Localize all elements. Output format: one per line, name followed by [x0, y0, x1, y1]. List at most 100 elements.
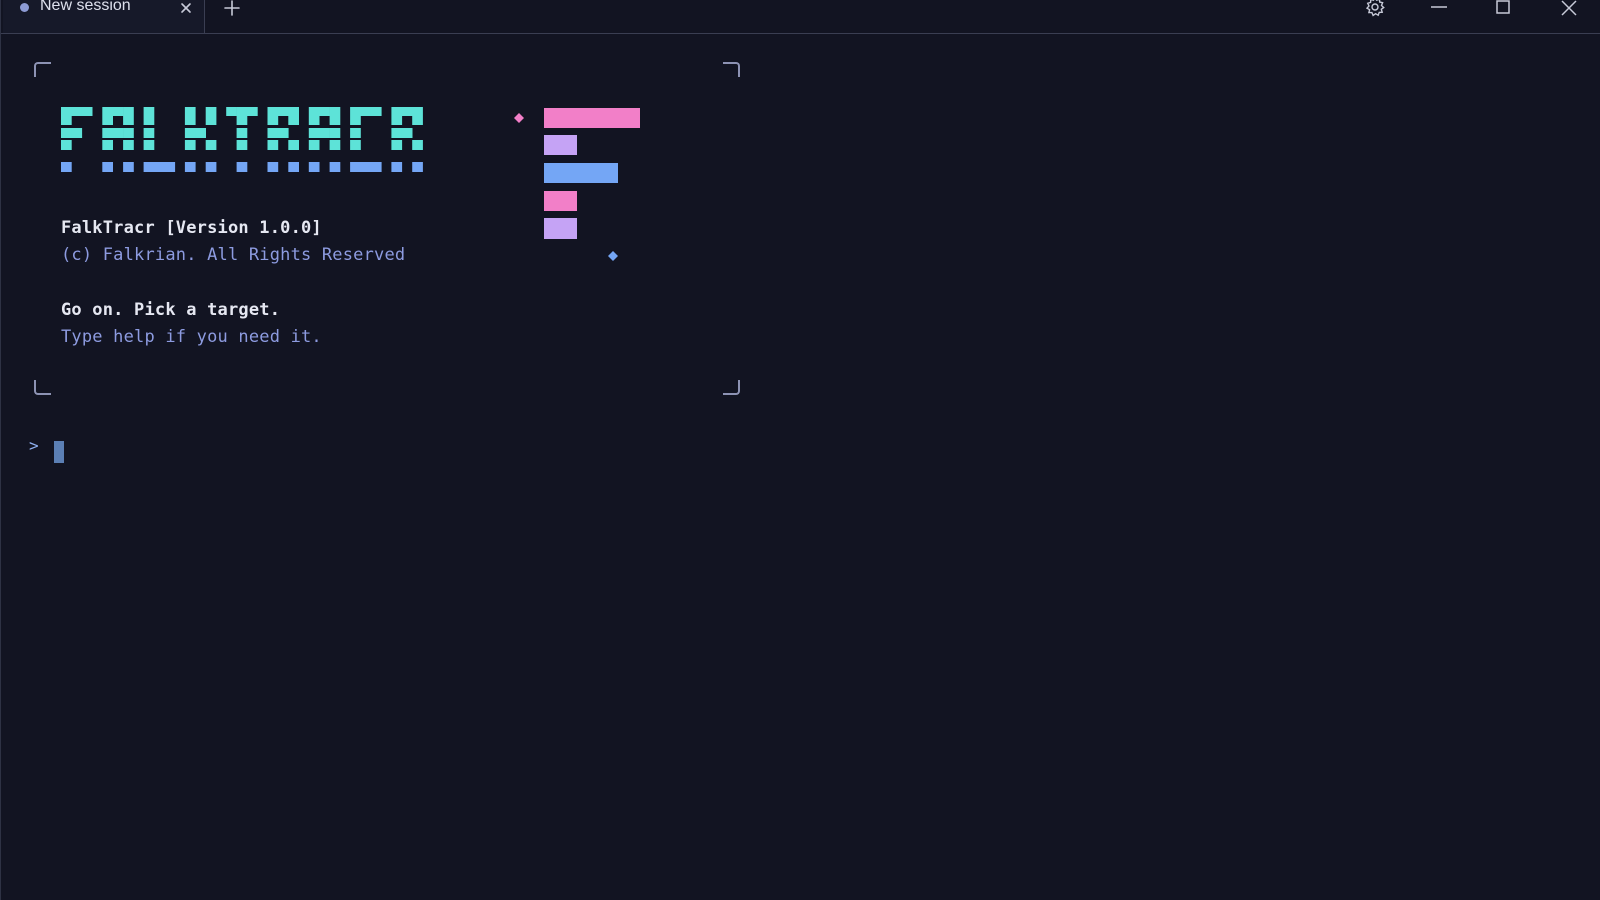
logo-pixel	[102, 162, 113, 172]
frame-corner-bottom-right	[723, 380, 740, 395]
logo-pixel	[123, 107, 134, 116]
emblem-bar	[544, 218, 577, 239]
logo-pixel	[184, 116, 196, 125]
logo-pixel	[360, 162, 372, 172]
logo-pixel	[401, 128, 413, 138]
logo-pixel	[154, 162, 165, 172]
logo-pixel	[360, 107, 372, 116]
logo-pixel	[123, 162, 134, 172]
logo-pixel	[123, 140, 134, 150]
logo-pixel	[184, 140, 196, 150]
emblem-bar	[544, 163, 618, 183]
logo-pixel	[102, 140, 113, 150]
logo-pixel	[350, 128, 361, 138]
logo-pixel	[267, 162, 279, 172]
logo-pixel	[71, 107, 83, 116]
logo-pixel	[308, 162, 320, 172]
logo-pixel	[319, 128, 330, 138]
prompt-message: Go on. Pick a target.	[61, 300, 281, 320]
logo-pixel	[81, 107, 93, 116]
falktracr-logo	[61, 107, 640, 261]
logo-pixel	[123, 128, 134, 138]
logo-pixel	[102, 128, 113, 138]
logo-pixel	[370, 107, 382, 116]
logo-pixel	[308, 128, 320, 138]
logo-pixel	[391, 107, 403, 116]
logo-pixel	[236, 128, 248, 138]
logo-pixel	[184, 107, 196, 116]
logo-pixel	[412, 140, 423, 150]
logo-pixel	[236, 162, 248, 172]
logo-pixel	[329, 116, 341, 125]
logo-pixel	[308, 116, 320, 125]
logo-pixel	[247, 107, 258, 116]
logo-pixel	[308, 140, 320, 150]
logo-pixel	[288, 162, 299, 172]
logo-pixel	[288, 107, 299, 116]
logo-pixel	[205, 140, 217, 150]
logo-pixel	[329, 128, 341, 138]
logo-pixel	[412, 162, 423, 172]
logo-pixel	[61, 140, 72, 150]
logo-pixel	[143, 128, 155, 138]
logo-pixel	[102, 116, 113, 125]
diamond-icon	[608, 251, 618, 261]
logo-pixel	[195, 128, 206, 138]
maximize-icon[interactable]	[1491, 0, 1515, 18]
version-line: FalkTracr [Version 1.0.0]	[61, 218, 322, 238]
logo-pixel	[61, 128, 72, 138]
logo-pixel	[61, 162, 72, 172]
gear-icon[interactable]	[1363, 0, 1387, 18]
logo-pixel	[370, 162, 382, 172]
logo-pixel	[205, 162, 217, 172]
logo-pixel	[319, 107, 330, 116]
logo-pixel	[277, 107, 289, 116]
logo-pixel	[350, 140, 361, 150]
logo-pixel	[71, 128, 83, 138]
logo-pixel	[205, 107, 217, 116]
logo-pixel	[61, 107, 72, 116]
logo-pixel	[236, 140, 248, 150]
logo-pixel	[267, 140, 279, 150]
logo-pixel	[391, 140, 403, 150]
logo-pixel	[226, 107, 237, 116]
command-input-cursor[interactable]	[54, 441, 64, 463]
logo-pixel	[412, 107, 423, 116]
logo-pixel	[329, 162, 341, 172]
logo-pixel	[401, 107, 413, 116]
minimize-icon[interactable]	[1427, 0, 1451, 18]
logo-pixel	[164, 162, 176, 172]
logo-pixel	[205, 116, 217, 125]
emblem-bar	[544, 135, 577, 155]
logo-pixel	[350, 116, 361, 125]
logo-pixel	[236, 107, 248, 116]
logo-pixel	[123, 116, 134, 125]
emblem-bar	[544, 108, 640, 128]
diamond-icon	[514, 113, 524, 123]
logo-pixel	[391, 128, 403, 138]
logo-pixel	[267, 128, 279, 138]
logo-pixel	[143, 162, 155, 172]
logo-pixel	[412, 116, 423, 125]
logo-pixel	[112, 107, 124, 116]
logo-pixel	[267, 107, 279, 116]
logo-pixel	[350, 107, 361, 116]
logo-pixel	[350, 162, 361, 172]
logo-pixel	[236, 116, 248, 125]
logo-pixel	[391, 162, 403, 172]
frame-corner-bottom-left	[34, 380, 51, 395]
logo-pixel	[143, 116, 155, 125]
emblem-bar	[544, 191, 577, 211]
logo-pixel	[391, 116, 403, 125]
logo-pixel	[267, 116, 279, 125]
logo-pixel	[308, 107, 320, 116]
close-icon[interactable]	[1557, 0, 1581, 18]
prompt-symbol: >	[29, 436, 39, 455]
logo-pixel	[329, 140, 341, 150]
logo-pixel	[184, 128, 196, 138]
logo-pixel	[112, 128, 124, 138]
logo-pixel	[143, 107, 155, 116]
help-hint: Type help if you need it.	[61, 327, 322, 347]
logo-pixel	[102, 107, 113, 116]
logo-pixel	[329, 107, 341, 116]
